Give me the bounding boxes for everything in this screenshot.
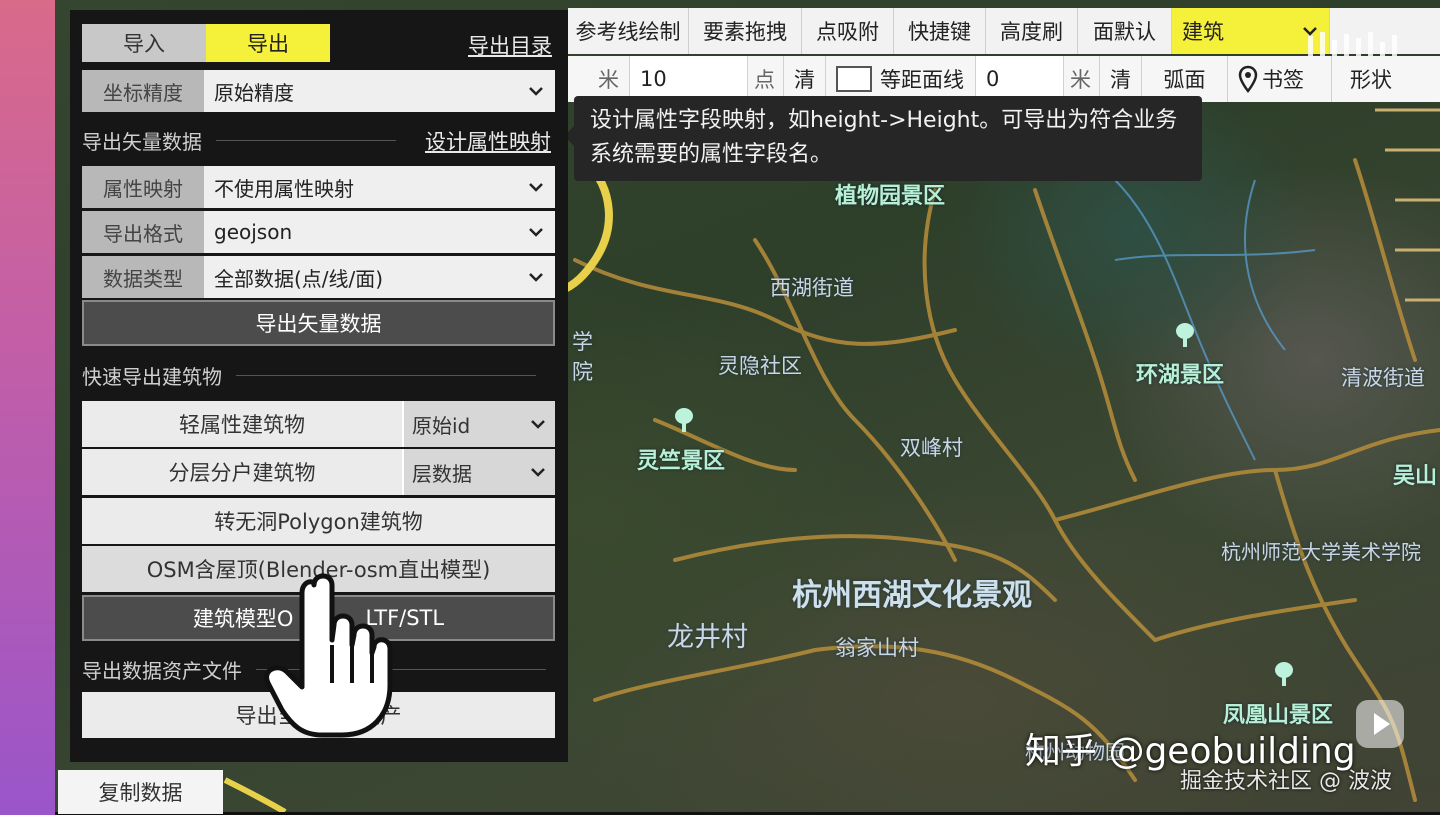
coord-precision-label: 坐标精度 — [82, 70, 204, 112]
map-label-lingzhu: 灵竺景区 — [637, 449, 726, 474]
chevron-down-icon — [529, 183, 543, 192]
face-default-button[interactable]: 面默认 — [1078, 8, 1172, 54]
left-gradient-strip — [0, 0, 55, 815]
coord-precision-value: 原始精度 — [214, 80, 294, 105]
chevron-down-icon — [531, 468, 545, 477]
map-label-hznu-art: 杭州师范大学美术学院 — [1221, 540, 1421, 564]
light-attr-id-select[interactable]: 原始id — [402, 401, 555, 447]
map-label-shuangfeng: 双峰村 — [900, 436, 963, 460]
export-format-value: geojson — [214, 220, 293, 244]
export-format-select[interactable]: geojson — [204, 211, 555, 253]
checkbox-icon — [836, 66, 872, 92]
map-label-xihu-culture: 杭州西湖文化景观 — [792, 578, 1032, 613]
contour-label: 等距面线 — [880, 68, 964, 92]
attr-mapping-label: 属性映射 — [82, 166, 204, 208]
section-divider — [236, 375, 536, 376]
section-divider — [216, 140, 396, 141]
map-label-wushan: 吴山 — [1393, 464, 1438, 489]
scenic-spot-icon — [1273, 662, 1295, 688]
data-type-label: 数据类型 — [82, 256, 204, 298]
copy-data-tab[interactable]: 复制数据 — [58, 770, 223, 814]
map-label-wengjia: 翁家山村 — [835, 636, 919, 660]
coord-precision-row: 坐标精度 原始精度 — [82, 70, 555, 112]
layer-data-value: 层数据 — [412, 461, 472, 486]
light-attr-building-button[interactable]: 轻属性建筑物 — [82, 401, 402, 447]
vector-section-title: 导出矢量数据 — [82, 130, 202, 154]
asset-section-title: 导出数据资产文件 — [82, 659, 242, 683]
hand-cursor-icon — [264, 573, 393, 738]
export-vector-button[interactable]: 导出矢量数据 — [82, 300, 555, 346]
export-format-label: 导出格式 — [82, 211, 204, 253]
bookmark-button[interactable]: 书签 — [1228, 56, 1332, 102]
map-label-yuan: 院 — [572, 360, 593, 384]
map-label-zhiwuyuan: 植物园景区 — [835, 184, 946, 209]
guide-line-button[interactable]: 参考线绘制 — [568, 8, 689, 54]
export-directory-link[interactable]: 导出目录 — [468, 30, 552, 60]
panel-tabs: 导入 导出 — [82, 24, 330, 62]
vector-section-header: 导出矢量数据 — [82, 126, 396, 155]
map-label-huanhu: 环湖景区 — [1136, 363, 1225, 388]
layered-building-button[interactable]: 分层分户建筑物 — [82, 449, 402, 495]
chevron-down-icon — [529, 87, 543, 96]
export-format-row: 导出格式 geojson — [82, 211, 555, 253]
scenic-spot-icon — [1174, 323, 1196, 349]
layer-data-select[interactable]: 层数据 — [402, 449, 555, 495]
chevron-down-icon — [529, 228, 543, 237]
juejin-watermark: 掘金技术社区 @ 波波 — [1180, 769, 1392, 794]
map-label-xue: 学 — [572, 330, 593, 354]
tab-export[interactable]: 导出 — [206, 24, 330, 62]
point-snap-button[interactable]: 点吸附 — [802, 8, 894, 54]
map-label-longjing: 龙井村 — [667, 622, 748, 653]
shape-button[interactable]: 形状 — [1332, 56, 1410, 102]
attr-mapping-value: 不使用属性映射 — [214, 176, 354, 201]
shortcut-button[interactable]: 快捷键 — [894, 8, 986, 54]
map-label-qingbo: 清波街道 — [1341, 366, 1425, 390]
map-label-lingyin: 灵隐社区 — [718, 354, 802, 378]
attr-mapping-row: 属性映射 不使用属性映射 — [82, 166, 555, 208]
light-attr-building-row: 轻属性建筑物 原始id — [82, 401, 555, 447]
bookmark-label: 书签 — [1262, 68, 1304, 92]
light-attr-id-value: 原始id — [412, 413, 471, 438]
building-section-title: 快速导出建筑物 — [82, 365, 222, 389]
bilibili-logo-icon — [1308, 32, 1397, 56]
data-type-select[interactable]: 全部数据(点/线/面) — [204, 256, 555, 298]
layered-building-row: 分层分户建筑物 层数据 — [82, 449, 555, 495]
category-select-value: 建筑 — [1182, 20, 1224, 44]
design-mapping-link[interactable]: 设计属性映射 — [425, 126, 551, 156]
map-pin-icon — [1238, 65, 1258, 93]
video-play-icon — [1356, 700, 1404, 748]
tab-import[interactable]: 导入 — [82, 24, 206, 62]
no-hole-polygon-button[interactable]: 转无洞Polygon建筑物 — [82, 498, 555, 544]
attr-mapping-select[interactable]: 不使用属性映射 — [204, 166, 555, 208]
map-label-xihu-street: 西湖街道 — [770, 276, 854, 300]
mapping-tooltip: 设计属性字段映射，如height->Height。可导出为符合业务系统需要的属性… — [564, 96, 1202, 181]
data-type-row: 数据类型 全部数据(点/线/面) — [82, 256, 555, 298]
chevron-down-icon — [529, 273, 543, 282]
building-section-header: 快速导出建筑物 — [82, 361, 536, 390]
feature-drag-button[interactable]: 要素拖拽 — [689, 8, 802, 54]
data-type-value: 全部数据(点/线/面) — [214, 266, 384, 291]
scenic-spot-icon — [673, 408, 695, 434]
height-brush-button[interactable]: 高度刷 — [986, 8, 1078, 54]
coord-precision-select[interactable]: 原始精度 — [204, 70, 555, 112]
chevron-down-icon — [531, 420, 545, 429]
